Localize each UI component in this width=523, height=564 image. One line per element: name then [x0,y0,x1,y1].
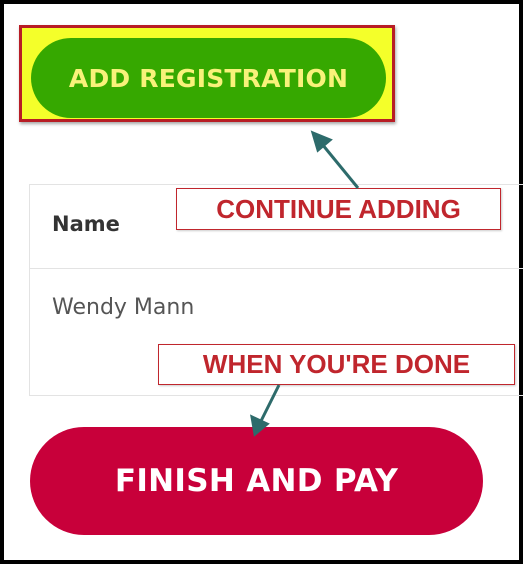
add-registration-button[interactable]: ADD REGISTRATION [31,38,386,118]
column-header-name: Name [52,212,120,236]
finish-and-pay-button[interactable]: FINISH AND PAY [30,427,483,535]
table-cell-name: Wendy Mann [52,295,195,320]
when-done-callout: WHEN YOU'RE DONE [158,344,515,385]
continue-adding-callout: CONTINUE ADDING [176,188,501,230]
